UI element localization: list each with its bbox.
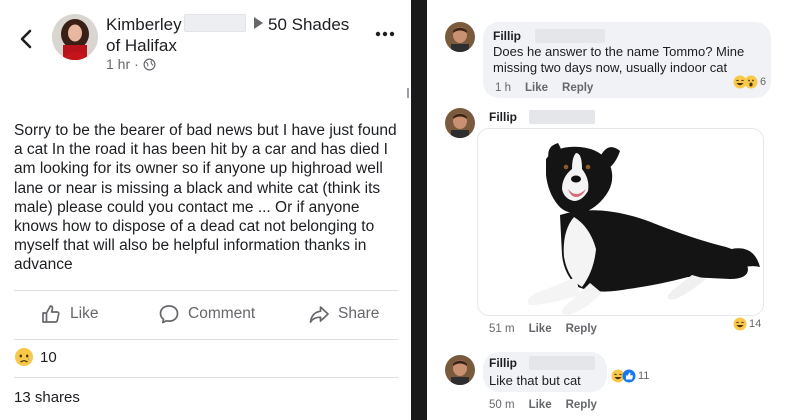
laugh-emoji-icon [733, 317, 747, 331]
post-time[interactable]: 1 hr [106, 56, 130, 72]
commenter-name[interactable]: Fillip [489, 356, 517, 370]
commenter-name[interactable]: Fillip [493, 29, 521, 43]
like-reaction-icon [622, 369, 636, 383]
more-icon[interactable] [374, 30, 396, 38]
wow-emoji-icon [744, 75, 758, 89]
comment-time[interactable]: 1 h [495, 82, 511, 94]
sad-emoji-icon [15, 348, 33, 366]
like-label: Like [70, 305, 99, 322]
redacted-surname [184, 14, 246, 32]
globe-icon [143, 58, 156, 70]
comment-reaction-count: 6 [760, 76, 767, 88]
commenter-avatar[interactable] [445, 22, 475, 52]
post-reactions[interactable]: 10 [14, 347, 57, 367]
comments-panel: Fillip Does he answer to the name Tommo?… [427, 0, 800, 420]
redacted-surname [535, 29, 605, 43]
comment-text-line: missing two days now, usually indoor cat [493, 60, 728, 75]
share-label: Share [338, 305, 380, 322]
comment-text-line: Does he answer to the name Tommo? Mine [493, 44, 745, 59]
scrollbar[interactable] [407, 88, 409, 98]
like-icon [42, 305, 60, 323]
meta-dot: · [134, 56, 139, 72]
comment-reactions[interactable]: 14 [733, 316, 761, 332]
redacted-surname [529, 356, 595, 370]
divider [14, 377, 398, 378]
shares-count[interactable]: 13 shares [14, 389, 80, 406]
facebook-post: Kimberley of Halifax 50 Shades 1 hr · So… [0, 0, 409, 420]
commenter-name[interactable]: Fillip [489, 110, 517, 124]
reaction-count: 10 [40, 348, 57, 366]
comment-reply-button[interactable]: Reply [566, 399, 597, 411]
redacted-surname [529, 110, 595, 124]
comment-button[interactable]: Comment [158, 300, 255, 328]
back-chevron-icon[interactable] [18, 28, 34, 50]
comment-text: Does he answer to the name Tommo? Mine m… [493, 44, 744, 76]
comment-icon [159, 305, 179, 324]
comment-time[interactable]: 50 m [489, 399, 515, 411]
comment-meta: 51 m Like Reply [489, 323, 597, 335]
comment-reaction-count: 11 [638, 370, 650, 382]
comment-like-button[interactable]: Like [529, 399, 552, 411]
commenter-avatar[interactable] [445, 108, 475, 138]
commenter-avatar[interactable] [445, 355, 475, 385]
share-button[interactable]: Share [308, 300, 379, 328]
comment-image[interactable] [477, 128, 764, 316]
comment-text: Like that but cat [489, 373, 581, 388]
comment-meta: 1 h Like Reply [495, 82, 593, 94]
comment-like-button[interactable]: Like [525, 82, 548, 94]
group-arrow-icon [254, 17, 263, 29]
comment-label: Comment [188, 305, 256, 322]
comment-reaction-count: 14 [749, 318, 762, 330]
comment-reactions[interactable]: 6 [733, 74, 766, 90]
panel-separator [411, 0, 427, 420]
comment-reply-button[interactable]: Reply [562, 82, 593, 94]
divider [14, 339, 398, 340]
author-avatar[interactable] [52, 14, 98, 60]
comment-meta: 50 m Like Reply [489, 399, 597, 411]
comment-like-button[interactable]: Like [529, 323, 552, 335]
comment-reply-button[interactable]: Reply [566, 323, 597, 335]
post-author-second-line[interactable]: of Halifax [106, 35, 206, 56]
divider [14, 290, 398, 291]
group-name[interactable]: 50 Shades [268, 14, 349, 35]
comment-reactions[interactable]: 11 [611, 368, 649, 384]
share-icon [309, 306, 329, 323]
dog-photo [478, 129, 763, 315]
comment-time[interactable]: 51 m [489, 323, 515, 335]
post-body: Sorry to be the bearer of bad news but I… [14, 122, 397, 274]
post-meta: 1 hr · [106, 56, 156, 72]
like-button[interactable]: Like [40, 300, 98, 328]
